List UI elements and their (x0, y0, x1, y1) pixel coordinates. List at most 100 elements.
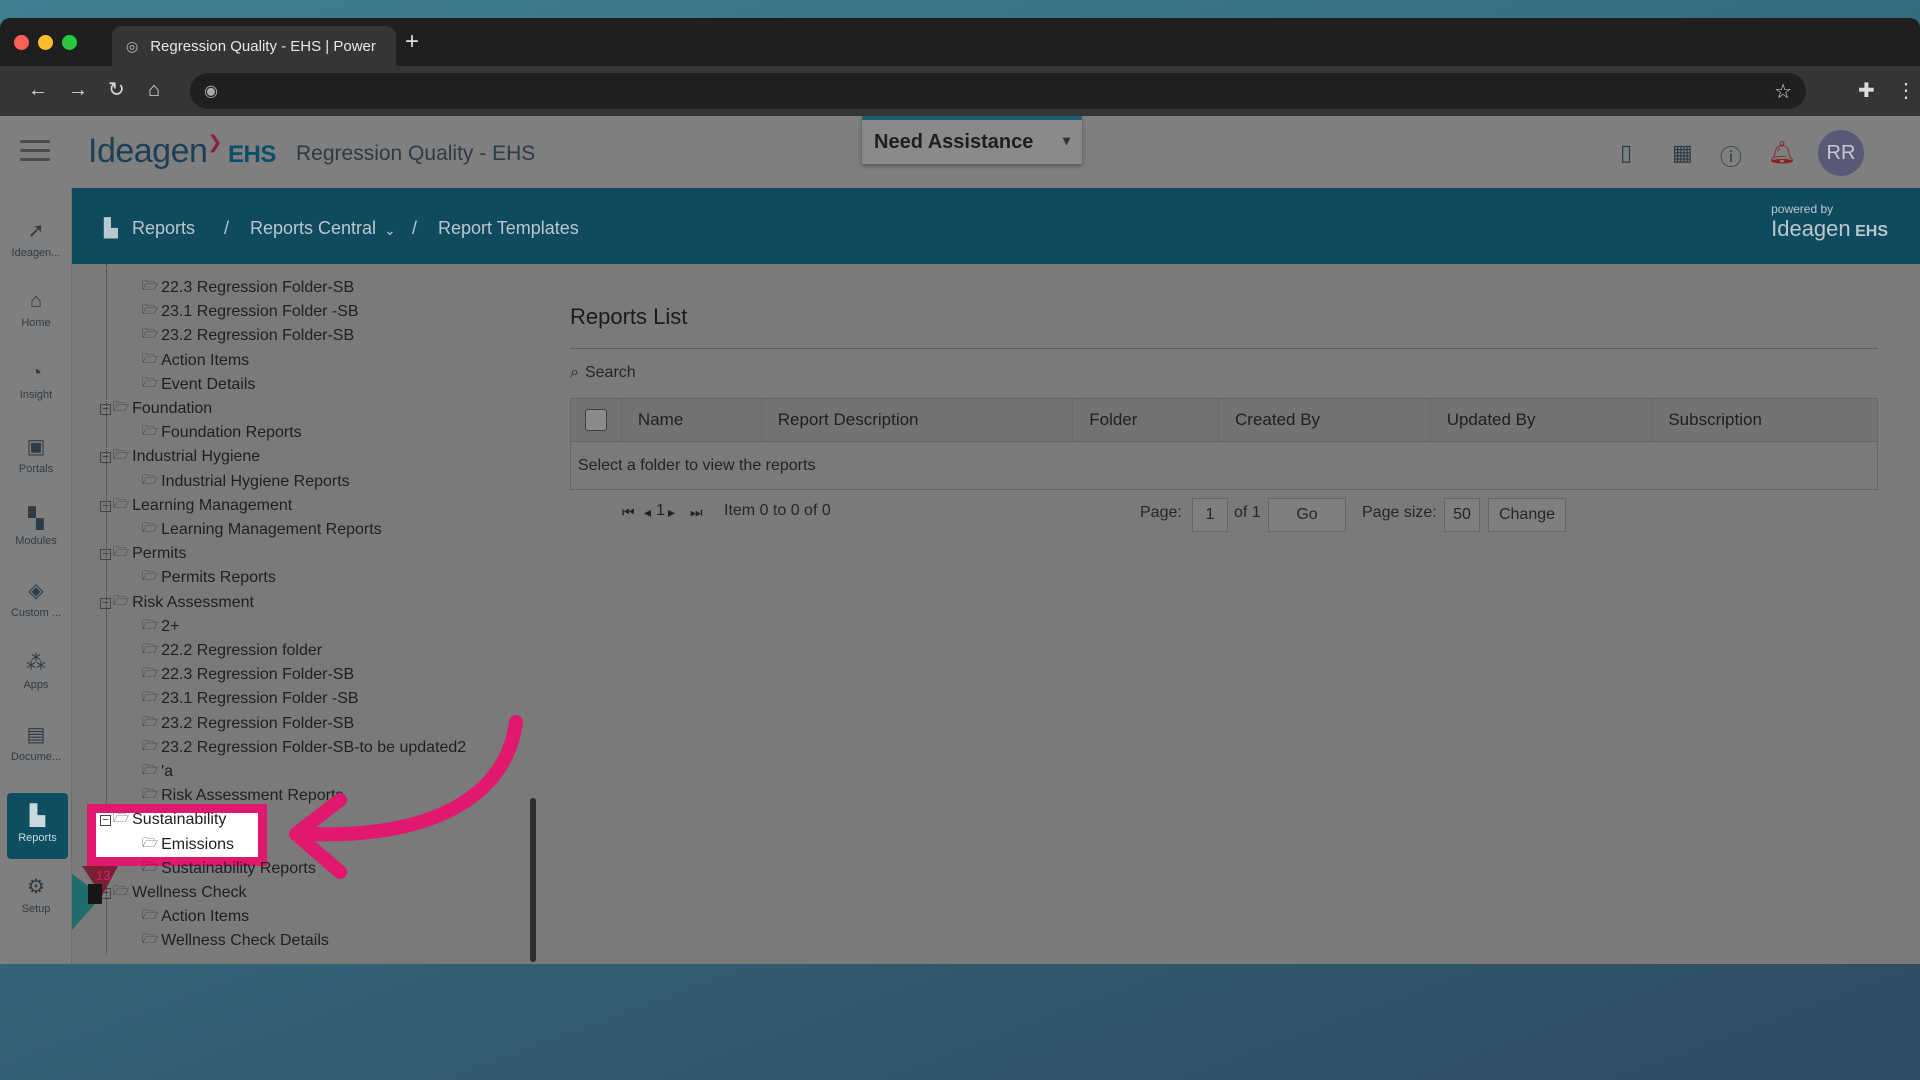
calendar-icon[interactable]: ▦ (1672, 140, 1693, 166)
folder-icon: 🗁︎ (142, 859, 159, 874)
badge-count: 13 (96, 868, 110, 883)
nav-item-apps[interactable]: ⁂ Apps (0, 640, 72, 706)
nav-item-setup[interactable]: ⚙ Setup (0, 864, 72, 930)
tree-node-label: Foundation (132, 400, 213, 417)
ideagen-logo[interactable]: Ideagen❯ EHS (88, 132, 276, 171)
nav-item-reports[interactable]: ▙ Reports (7, 793, 68, 859)
select-all-checkbox[interactable] (571, 398, 621, 442)
empty-message: Select a folder to view the reports (570, 442, 1878, 490)
breadcrumb-report-templates[interactable]: Report Templates (438, 218, 579, 239)
help-icon[interactable]: ⓘ (1720, 140, 1742, 172)
tree-folder-item[interactable]: 🗁︎ Wellness Check Details (142, 930, 329, 952)
ideagen-icon: ➚ (27, 220, 45, 242)
chevron-down-icon: ▾ (1062, 132, 1070, 148)
column-updated-by[interactable]: Updated By (1429, 398, 1652, 442)
tree-folder-item[interactable]: 🗁︎ Industrial Hygiene Reports (142, 471, 350, 493)
nav-item-documents[interactable]: ▤ Docume... (0, 712, 72, 778)
maximize-window-button[interactable] (62, 35, 77, 50)
tree-folder-group[interactable]: − 🗁︎ Learning Management (100, 495, 292, 517)
collapse-icon[interactable]: − (100, 403, 111, 415)
tree-folder-item[interactable]: 🗁︎ Event Details (142, 374, 255, 396)
tree-folder-group[interactable]: − 🗁︎ Sustainability (100, 809, 226, 831)
avatar[interactable]: RR (1818, 130, 1864, 176)
browser-menu-icon[interactable]: ⋮ (1896, 78, 1916, 103)
column-subscription[interactable]: Subscription (1651, 398, 1877, 442)
tree-folder-item[interactable]: 🗁︎ 22.3 Regression Folder-SB (142, 277, 354, 299)
tree-folder-item[interactable]: 🗁︎ Foundation Reports (142, 422, 302, 444)
tree-node-label: 2+ (161, 618, 180, 635)
column-created-by[interactable]: Created By (1218, 398, 1430, 442)
tree-folder-group[interactable]: − 🗁︎ Risk Assessment (100, 592, 254, 614)
folder-icon: 🗁︎ (142, 665, 159, 680)
tree-folder-group[interactable]: − 🗁︎ Wellness Check (100, 882, 247, 904)
tree-folder-item[interactable]: 🗁︎ 22.2 Regression folder (142, 640, 322, 662)
tree-folder-item[interactable]: 🗁︎ Permits Reports (142, 567, 276, 589)
page-size-input[interactable]: 50 (1444, 498, 1480, 532)
column-folder[interactable]: Folder (1072, 398, 1218, 442)
tree-folder-item[interactable]: 🗁︎ 23.1 Regression Folder -SB (142, 301, 359, 323)
notification-bell-icon[interactable]: 🔔︎ (1768, 140, 1796, 166)
tree-folder-item[interactable]: 🗁︎ Action Items (142, 350, 249, 372)
new-tab-button[interactable]: + (405, 28, 419, 56)
tree-folder-item[interactable]: 🗁︎ 2+ (142, 616, 179, 638)
need-assistance-dropdown[interactable]: Need Assistance ▾ (862, 116, 1082, 164)
tree-folder-group[interactable]: − 🗁︎ Industrial Hygiene (100, 446, 260, 468)
apps-icon: ⁂ (26, 652, 46, 674)
search-input[interactable]: Search (585, 364, 636, 382)
search-box[interactable]: ⌕ Search (570, 364, 636, 382)
nav-item-modules[interactable]: ▚ Modules (0, 496, 72, 562)
reload-icon[interactable]: ↻ (108, 78, 125, 102)
column-name[interactable]: Name (620, 398, 761, 442)
back-icon[interactable]: ← (28, 78, 48, 102)
breadcrumb-reports-central[interactable]: Reports Central (250, 218, 376, 239)
portals-icon: ▣ (26, 436, 46, 458)
tree-folder-item[interactable]: 🗁︎ Learning Management Reports (142, 519, 382, 541)
nav-item-portals[interactable]: ▣ Portals (0, 424, 72, 490)
page-number-input[interactable]: 1 (1192, 498, 1228, 532)
tree-node-label: Risk Assessment (132, 594, 254, 611)
tree-folder-item[interactable]: 🗁︎ 23.1 Regression Folder -SB (142, 688, 359, 710)
item-range: Item 0 to 0 of 0 (724, 502, 831, 519)
address-bar[interactable]: ◉ ☆ (190, 73, 1806, 109)
next-page-icon[interactable]: ▸ (668, 504, 675, 521)
first-page-icon[interactable]: ⏮ (622, 504, 635, 521)
collapse-icon[interactable]: − (100, 597, 111, 609)
breadcrumb-reports[interactable]: Reports (132, 218, 195, 239)
mobile-icon[interactable]: ▯ (1620, 140, 1632, 166)
folder-icon: 🗁︎ (113, 496, 130, 511)
folder-icon: 🗁︎ (142, 326, 159, 341)
collapse-icon[interactable]: − (100, 548, 111, 560)
site-info-icon[interactable]: ◉ (204, 81, 218, 101)
home-browser-icon[interactable]: ⌂ (148, 78, 160, 102)
change-button[interactable]: Change (1488, 498, 1566, 532)
chevron-down-icon[interactable]: ⌄ (384, 222, 396, 239)
tree-node-label: 22.3 Regression Folder-SB (161, 279, 355, 296)
collapse-icon[interactable]: − (100, 500, 111, 512)
last-page-icon[interactable]: ⏭ (690, 504, 703, 521)
nav-item-home[interactable]: ⌂ Home (0, 280, 72, 346)
tree-folder-item[interactable]: 🗁︎ Action Items (142, 906, 249, 928)
browser-tab[interactable]: ◎ Regression Quality - EHS | Power (112, 26, 396, 66)
nav-item-insight[interactable]: ◔ Insight (0, 352, 72, 418)
tree-folder-group[interactable]: − 🗁︎ Foundation (100, 398, 212, 420)
current-page-number[interactable]: 1 (656, 502, 665, 520)
bookmark-star-icon[interactable]: ☆ (1774, 79, 1792, 104)
tree-folder-item[interactable]: 🗁︎ Emissions (142, 834, 234, 856)
extensions-icon[interactable]: ✚ (1858, 78, 1875, 103)
tree-folder-item[interactable]: 🗁︎'a (142, 761, 173, 783)
close-window-button[interactable] (14, 35, 29, 50)
forward-icon[interactable]: → (68, 78, 88, 102)
go-button[interactable]: Go (1268, 498, 1346, 532)
hamburger-menu-icon[interactable] (20, 140, 50, 167)
nav-item-custom[interactable]: ◈ Custom ... (0, 568, 72, 634)
tree-folder-group[interactable]: − 🗁︎ Permits (100, 543, 186, 565)
minimize-window-button[interactable] (38, 35, 53, 50)
folder-icon: 🗁︎ (113, 447, 130, 462)
prev-page-icon[interactable]: ◂ (644, 504, 651, 521)
collapse-icon[interactable]: − (100, 451, 111, 463)
tree-folder-item[interactable]: 🗁︎ 23.2 Regression Folder-SB (142, 325, 354, 347)
column-report-description[interactable]: Report Description (760, 398, 1073, 442)
nav-item-ideagen[interactable]: ➚ Ideagen... (0, 208, 72, 274)
tree-folder-item[interactable]: 🗁︎ 22.3 Regression Folder-SB (142, 664, 354, 686)
collapse-icon[interactable]: − (100, 814, 111, 826)
